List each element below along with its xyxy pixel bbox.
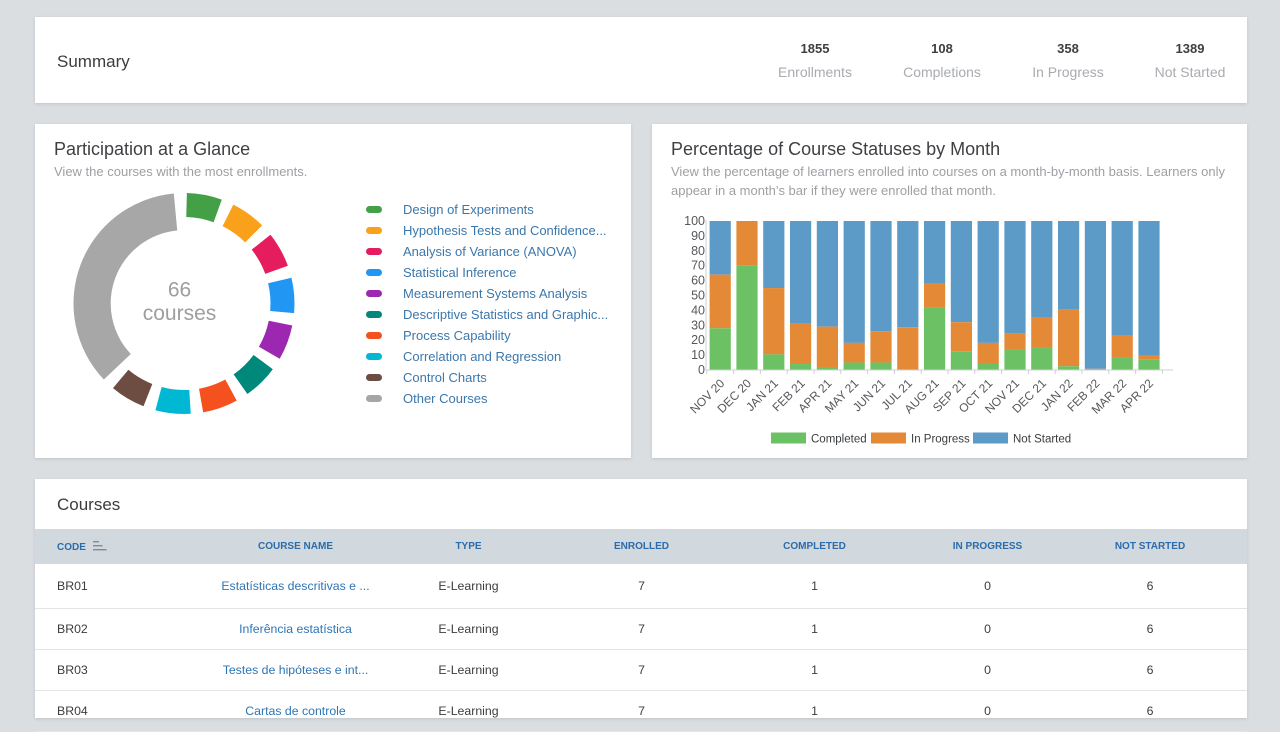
svg-text:80: 80 (691, 244, 705, 258)
svg-text:100: 100 (684, 214, 705, 228)
svg-text:50: 50 (691, 289, 705, 303)
svg-text:10: 10 (691, 348, 705, 362)
svg-text:40: 40 (691, 303, 705, 317)
svg-text:courses: courses (143, 302, 217, 325)
svg-text:66: 66 (168, 279, 191, 302)
svg-text:30: 30 (691, 318, 705, 332)
svg-text:60: 60 (691, 274, 705, 288)
svg-text:Completed: Completed (811, 434, 867, 446)
svg-text:0: 0 (698, 363, 705, 377)
svg-text:Not Started: Not Started (1013, 434, 1071, 446)
svg-text:70: 70 (691, 259, 705, 273)
svg-text:20: 20 (691, 333, 705, 347)
svg-text:90: 90 (691, 229, 705, 243)
svg-text:In Progress: In Progress (911, 434, 970, 446)
